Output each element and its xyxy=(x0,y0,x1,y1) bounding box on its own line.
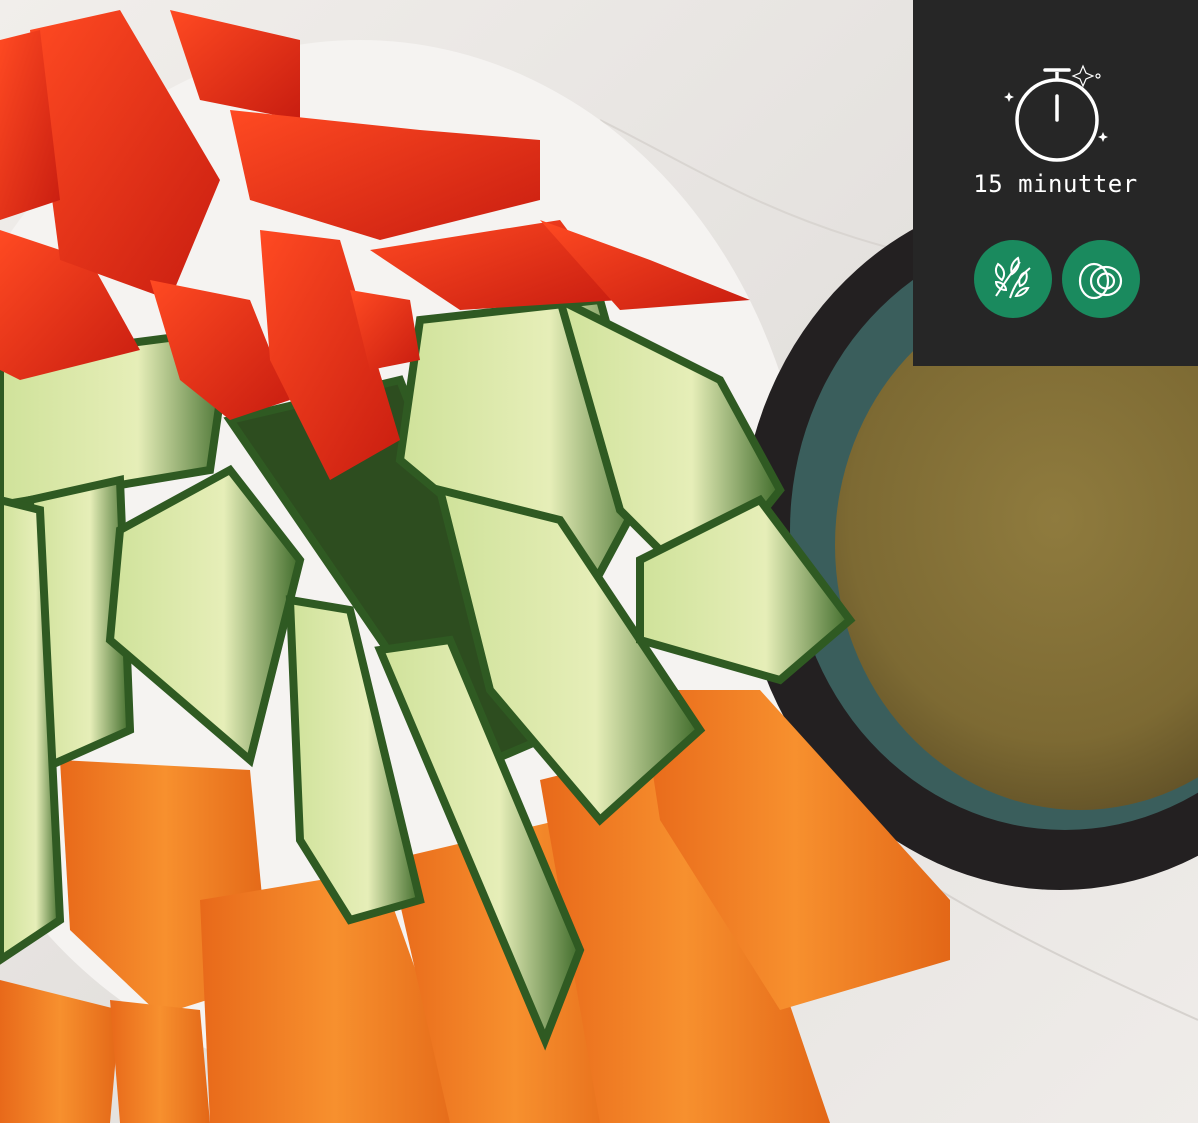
egg-icon xyxy=(1062,240,1140,318)
vegan-leaves-icon xyxy=(974,240,1052,318)
prep-time-label: 15 minutter xyxy=(973,170,1138,198)
stopwatch-icon xyxy=(1004,64,1108,162)
